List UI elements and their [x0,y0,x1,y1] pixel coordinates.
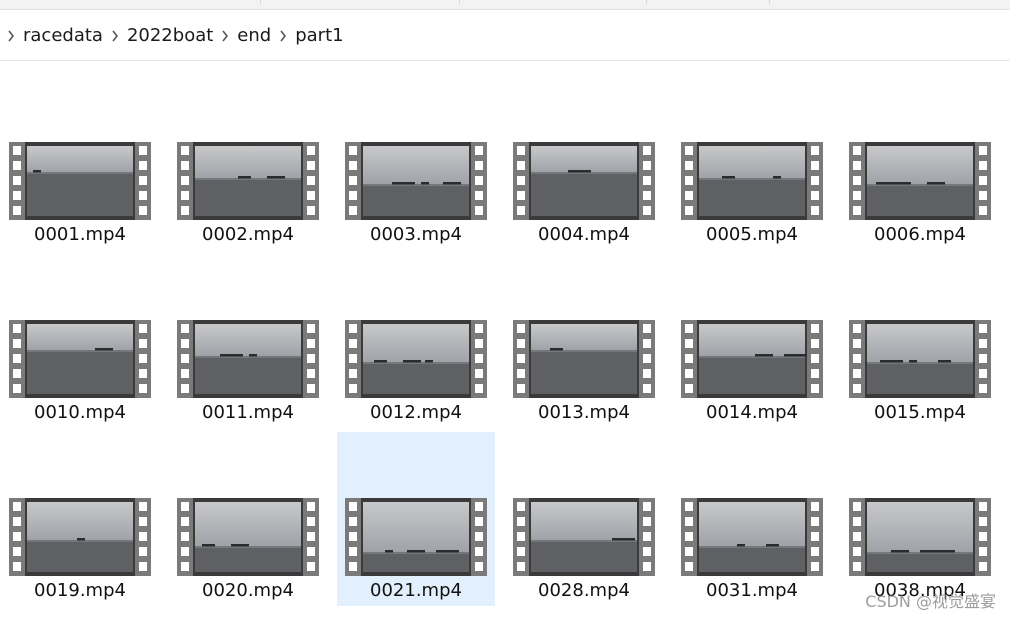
file-tile[interactable]: 0031.mp4 [673,432,831,606]
file-name: 0010.mp4 [34,402,126,423]
video-thumbnail-icon [9,320,151,398]
file-name: 0001.mp4 [34,224,126,245]
video-thumbnail-icon [345,320,487,398]
breadcrumb: racedata 2022boat end part1 [2,24,347,48]
file-tile[interactable]: 0004.mp4 [505,132,663,306]
column-header-name[interactable] [0,0,261,4]
video-thumbnail-icon [681,498,823,576]
file-name: 0011.mp4 [202,402,294,423]
video-thumbnail-icon [9,498,151,576]
file-explorer-window: racedata 2022boat end part1 0001.mp4 000… [0,0,1010,620]
column-header-strip [0,0,1010,10]
file-name: 0015.mp4 [874,402,966,423]
video-thumbnail-icon [513,320,655,398]
watermark: CSDN @视觉盛宴 [865,592,996,611]
breadcrumb-item-racedata[interactable]: racedata [20,24,106,48]
file-name: 0004.mp4 [538,224,630,245]
breadcrumb-item-end[interactable]: end [234,24,274,48]
column-header-type[interactable] [460,0,647,4]
video-thumbnail-icon [849,142,991,220]
column-header-date[interactable] [261,0,460,4]
file-name: 0028.mp4 [538,580,630,601]
file-tile[interactable]: 0001.mp4 [1,132,159,306]
chevron-right-icon[interactable] [106,27,124,45]
video-thumbnail-icon [345,142,487,220]
chevron-right-icon[interactable] [2,27,20,45]
file-name: 0031.mp4 [706,580,798,601]
file-name: 0005.mp4 [706,224,798,245]
video-thumbnail-icon [9,142,151,220]
video-thumbnail-icon [849,498,991,576]
video-thumbnail-icon [177,320,319,398]
video-thumbnail-icon [681,142,823,220]
file-name: 0021.mp4 [370,580,462,601]
file-tile[interactable]: 0038.mp4 [841,432,999,606]
breadcrumb-item-part1[interactable]: part1 [292,24,346,48]
chevron-right-icon[interactable] [274,27,292,45]
chevron-right-icon[interactable] [216,27,234,45]
video-thumbnail-icon [513,498,655,576]
file-tile[interactable]: 0028.mp4 [505,432,663,606]
file-name: 0003.mp4 [370,224,462,245]
video-thumbnail-icon [513,142,655,220]
file-tile[interactable]: 0006.mp4 [841,132,999,306]
file-tile[interactable]: 0020.mp4 [169,432,327,606]
file-name: 0013.mp4 [538,402,630,423]
file-tile[interactable]: 0002.mp4 [169,132,327,306]
video-thumbnail-icon [345,498,487,576]
file-tile-selected[interactable]: 0021.mp4 [337,432,495,606]
column-header-size[interactable] [647,0,770,4]
file-name: 0006.mp4 [874,224,966,245]
file-tile[interactable]: 0019.mp4 [1,432,159,606]
file-tile[interactable]: 0005.mp4 [673,132,831,306]
file-name: 0012.mp4 [370,402,462,423]
file-name: 0014.mp4 [706,402,798,423]
video-thumbnail-icon [681,320,823,398]
video-thumbnail-icon [849,320,991,398]
file-name: 0002.mp4 [202,224,294,245]
file-name: 0019.mp4 [34,580,126,601]
breadcrumb-item-2022boat[interactable]: 2022boat [124,24,216,48]
address-bar[interactable]: racedata 2022boat end part1 [0,10,1010,61]
file-tile[interactable]: 0003.mp4 [337,132,495,306]
file-name: 0020.mp4 [202,580,294,601]
video-thumbnail-icon [177,498,319,576]
video-thumbnail-icon [177,142,319,220]
